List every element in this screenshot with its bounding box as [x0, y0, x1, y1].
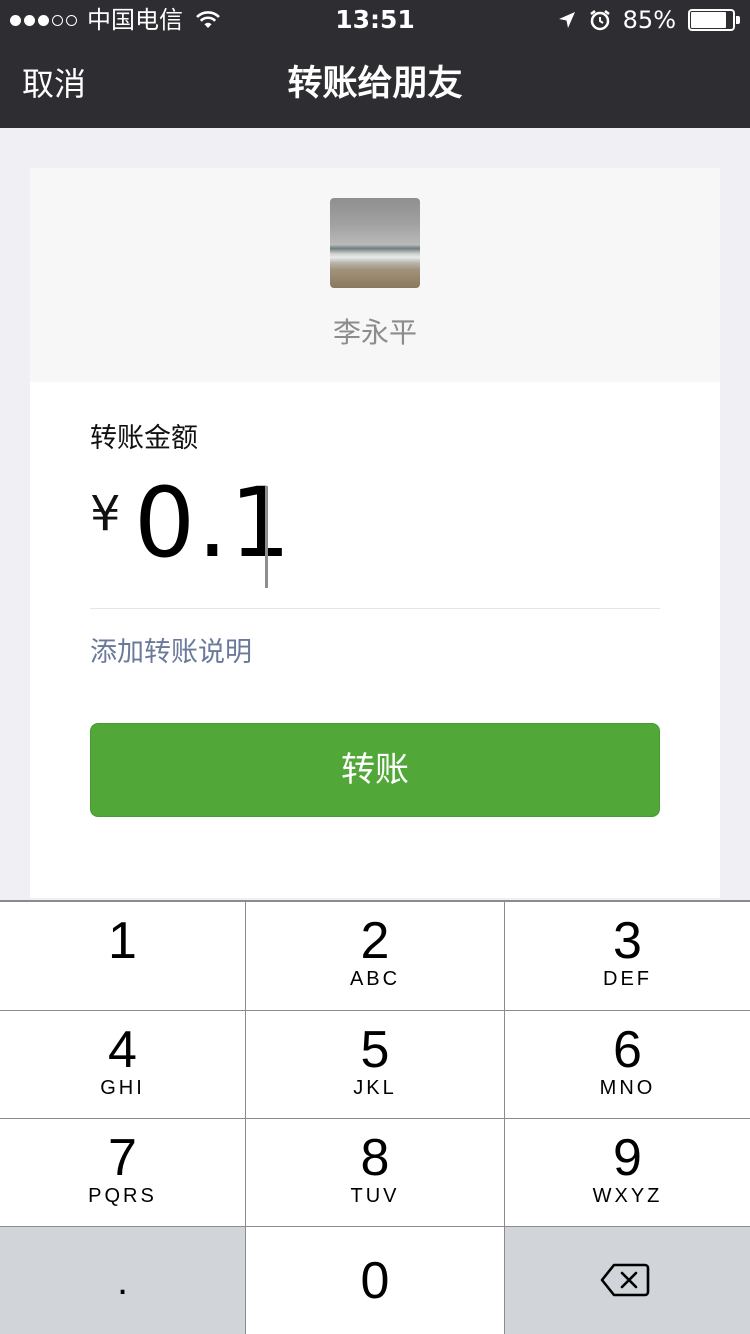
- text-cursor: [265, 486, 268, 588]
- battery-level-fill: [691, 12, 726, 28]
- avatar: [330, 198, 420, 288]
- key-digit: 1: [108, 912, 137, 970]
- amount-label: 转账金额: [90, 423, 198, 454]
- recipient-section: 李永平: [30, 168, 720, 382]
- key-1[interactable]: 1: [0, 902, 245, 1010]
- key-digit: 5: [360, 1021, 390, 1079]
- key-6[interactable]: 6 MNO: [505, 1011, 750, 1118]
- key-letters: WXYZ: [592, 1185, 663, 1207]
- status-right: 85%: [557, 0, 740, 40]
- key-letters: JKL: [353, 1077, 397, 1099]
- numeric-keypad: 1 2 ABC 3 DEF 4 GHI 5 JKL 6 MNO 7 PQRS 8: [0, 900, 750, 1334]
- key-digit: 2: [360, 912, 390, 970]
- transfer-button[interactable]: 转账: [90, 723, 660, 817]
- key-digit: .: [116, 1259, 129, 1303]
- key-letters: TUV: [350, 1185, 400, 1207]
- key-2[interactable]: 2 ABC: [246, 902, 504, 1010]
- add-note-link[interactable]: 添加转账说明: [90, 630, 252, 669]
- key-digit: 4: [108, 1021, 137, 1079]
- amount-input[interactable]: 0.1: [134, 468, 293, 578]
- page-title: 转账给朋友: [287, 64, 463, 104]
- key-letters: DEF: [603, 968, 652, 990]
- key-digit: 3: [613, 912, 642, 970]
- key-decimal-point[interactable]: .: [0, 1227, 245, 1334]
- key-digit: 9: [613, 1129, 642, 1187]
- key-4[interactable]: 4 GHI: [0, 1011, 245, 1118]
- key-5[interactable]: 5 JKL: [246, 1011, 504, 1118]
- key-letters: MNO: [599, 1077, 656, 1099]
- key-9[interactable]: 9 WXYZ: [505, 1119, 750, 1226]
- status-bar: 中国电信 13:51 85%: [0, 0, 750, 40]
- key-digit: 7: [108, 1129, 137, 1187]
- location-arrow-icon: [558, 12, 575, 28]
- key-3[interactable]: 3 DEF: [505, 902, 750, 1010]
- key-7[interactable]: 7 PQRS: [0, 1119, 245, 1226]
- key-letters: GHI: [100, 1077, 145, 1099]
- key-digit: 8: [360, 1129, 390, 1187]
- backspace-icon: [600, 1263, 650, 1297]
- transfer-screen: 中国电信 13:51 85% 取消 转账给朋友 李永平 转账金额 ¥ 0.1 添…: [0, 0, 750, 1334]
- transfer-card: 李永平 转账金额 ¥ 0.1 添加转账说明 转账: [30, 168, 720, 898]
- battery-percent: 85%: [622, 6, 676, 34]
- backspace-key[interactable]: [505, 1227, 750, 1334]
- nav-bar: 取消 转账给朋友: [0, 40, 750, 128]
- key-digit: 6: [613, 1021, 642, 1079]
- key-digit: 0: [360, 1252, 390, 1310]
- key-letters: ABC: [349, 968, 401, 990]
- key-0[interactable]: 0: [246, 1227, 504, 1334]
- divider: [90, 608, 660, 609]
- recipient-name: 李永平: [332, 316, 417, 349]
- battery-icon: [688, 9, 740, 31]
- key-letters: PQRS: [88, 1185, 157, 1207]
- currency-symbol: ¥: [90, 486, 121, 542]
- key-8[interactable]: 8 TUV: [246, 1119, 504, 1226]
- alarm-clock-icon: [589, 10, 610, 31]
